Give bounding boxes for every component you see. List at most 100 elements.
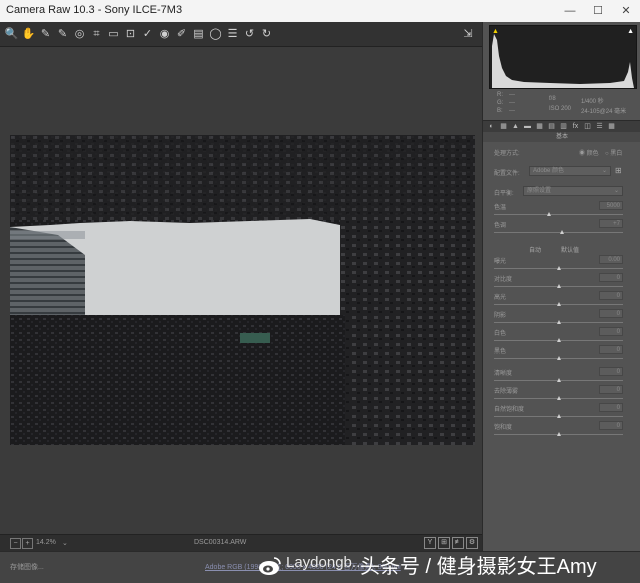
- panel-header: 基本: [483, 132, 640, 142]
- rotate-ccw-icon[interactable]: ↺: [242, 25, 257, 43]
- zoom-in-button[interactable]: +: [22, 538, 33, 549]
- white-balance-tool-icon[interactable]: ✎: [38, 25, 53, 43]
- slider-thumb[interactable]: [556, 338, 561, 342]
- save-image-button[interactable]: 存储图像...: [10, 562, 44, 572]
- straighten-tool-icon[interactable]: ▭: [106, 25, 121, 43]
- slider-thumb[interactable]: [556, 320, 561, 324]
- slider-label: 曝光: [494, 259, 507, 265]
- default-link[interactable]: 默认值: [561, 245, 579, 254]
- profile-dropdown[interactable]: Adobe 颜色 ⌄: [529, 166, 611, 176]
- histogram-graph: [492, 34, 634, 88]
- aperture-value: f/8: [549, 96, 556, 102]
- slider-thumb[interactable]: [556, 378, 561, 382]
- rgb-g-value: ---: [509, 100, 515, 106]
- slider-value[interactable]: 0: [599, 327, 623, 336]
- slider-value[interactable]: 0: [599, 421, 623, 430]
- slider-value[interactable]: 0: [599, 309, 623, 318]
- fullscreen-icon[interactable]: ⇲: [460, 25, 476, 43]
- crop-tool-icon[interactable]: ⌗: [89, 25, 104, 43]
- treatment-color-radio[interactable]: ◉ 颜色: [579, 148, 599, 157]
- slider-thumb[interactable]: [556, 302, 561, 306]
- rgb-b-value: ---: [509, 108, 515, 114]
- slider-label: 饱和度: [494, 425, 513, 431]
- slider-label: 阴影: [494, 313, 507, 319]
- rotate-cw-icon[interactable]: ↻: [259, 25, 274, 43]
- tint-value[interactable]: +7: [599, 219, 623, 228]
- auto-link[interactable]: 自动: [529, 245, 541, 254]
- slider-thumb[interactable]: [556, 356, 561, 360]
- red-eye-tool-icon[interactable]: ◉: [157, 25, 172, 43]
- zoom-tool-icon[interactable]: 🔍: [4, 25, 19, 43]
- tint-label: 色调: [494, 223, 507, 229]
- slider-thumb[interactable]: [556, 284, 561, 288]
- before-after-button[interactable]: Y: [424, 537, 436, 549]
- radial-filter-icon[interactable]: ◯: [208, 25, 223, 43]
- photo-preview[interactable]: [10, 135, 475, 445]
- image-canvas[interactable]: [0, 47, 482, 534]
- profile-label: 配置文件:: [494, 171, 520, 177]
- treatment-label: 处理方式:: [494, 151, 520, 157]
- slider-value[interactable]: 0: [599, 403, 623, 412]
- toolbar: 🔍 ✋ ✎ ✎ ◎ ⌗ ▭ ⊡ ✓ ◉ ✐ ▤ ◯ ☰ ↺ ↻ ⇲: [0, 22, 482, 47]
- tint-slider[interactable]: [494, 232, 623, 233]
- histogram: ▲ ▲: [489, 25, 637, 89]
- view-settings-button[interactable]: ⚙: [466, 537, 478, 549]
- transform-tool-icon[interactable]: ⊡: [123, 25, 138, 43]
- slider-thumb[interactable]: [556, 396, 561, 400]
- slider-label: 自然饱和度: [494, 407, 525, 413]
- slider-label: 白色: [494, 331, 507, 337]
- slider-thumb[interactable]: [556, 432, 561, 436]
- slider-thumb[interactable]: [556, 414, 561, 418]
- white-balance-dropdown[interactable]: 原照设置 ⌄: [523, 186, 623, 196]
- zoom-level[interactable]: 14.2%: [36, 539, 56, 546]
- title-bar: Camera Raw 10.3 - Sony ILCE-7M3 — ☐ ✕: [0, 0, 640, 23]
- slider-value[interactable]: 0.00: [599, 255, 623, 264]
- tint-slider-thumb[interactable]: [560, 230, 565, 234]
- slider-value[interactable]: 0: [599, 367, 623, 376]
- rgb-r-value: ---: [509, 92, 515, 98]
- shutter-value: 1/400 秒: [581, 99, 604, 105]
- side-panel: ▲ ▲ R: --- G: --- B: --- f/8 1/400 秒 ISO…: [482, 22, 640, 551]
- lens-value: 24-105@24 毫米: [581, 109, 627, 115]
- profile-value: Adobe 颜色: [533, 168, 565, 174]
- rgb-b-label: B:: [497, 108, 503, 114]
- slider-value[interactable]: 0: [599, 385, 623, 394]
- slider-label: 对比度: [494, 277, 513, 283]
- image-metadata: R: --- G: --- B: --- f/8 1/400 秒 ISO 200…: [489, 90, 635, 120]
- watermark-name: Laydongb...: [286, 554, 365, 571]
- shadow-clipping-icon[interactable]: ▲: [492, 28, 499, 35]
- view-swap-button[interactable]: ⊞: [438, 537, 450, 549]
- treatment-bw-label: 黑白: [610, 151, 623, 157]
- adjustment-brush-icon[interactable]: ✐: [174, 25, 189, 43]
- slider-label: 黑色: [494, 349, 507, 355]
- targeted-adjustment-tool-icon[interactable]: ◎: [72, 25, 87, 43]
- slider-thumb[interactable]: [556, 266, 561, 270]
- photo-image: [10, 135, 475, 445]
- profile-browser-icon[interactable]: ⊞: [615, 166, 622, 175]
- slider-value[interactable]: 0: [599, 273, 623, 282]
- maximize-button[interactable]: ☐: [584, 0, 612, 22]
- temperature-slider[interactable]: [494, 214, 623, 215]
- slider-label: 高光: [494, 295, 507, 301]
- minimize-button[interactable]: —: [556, 0, 584, 22]
- rgb-g-label: G:: [497, 100, 504, 106]
- view-copy-button[interactable]: ≢: [452, 537, 464, 549]
- slider-value[interactable]: 0: [599, 345, 623, 354]
- window-title: Camera Raw 10.3 - Sony ILCE-7M3: [6, 4, 183, 16]
- graduated-filter-icon[interactable]: ▤: [191, 25, 206, 43]
- temperature-value[interactable]: 5000: [599, 201, 623, 210]
- zoom-out-button[interactable]: −: [10, 538, 21, 549]
- zoom-dropdown-icon[interactable]: ⌄: [62, 539, 68, 547]
- white-balance-label: 白平衡:: [494, 191, 514, 197]
- preferences-icon[interactable]: ☰: [225, 25, 240, 43]
- slider-value[interactable]: 0: [599, 291, 623, 300]
- treatment-bw-radio[interactable]: ○ 黑白: [605, 148, 622, 157]
- highlight-clipping-icon[interactable]: ▲: [627, 28, 634, 35]
- slider-label: 去除薄雾: [494, 389, 519, 395]
- color-sampler-tool-icon[interactable]: ✎: [55, 25, 70, 43]
- hand-tool-icon[interactable]: ✋: [21, 25, 36, 43]
- temperature-slider-thumb[interactable]: [547, 212, 552, 216]
- iso-value: ISO 200: [549, 106, 572, 112]
- close-button[interactable]: ✕: [612, 0, 640, 22]
- spot-removal-tool-icon[interactable]: ✓: [140, 25, 155, 43]
